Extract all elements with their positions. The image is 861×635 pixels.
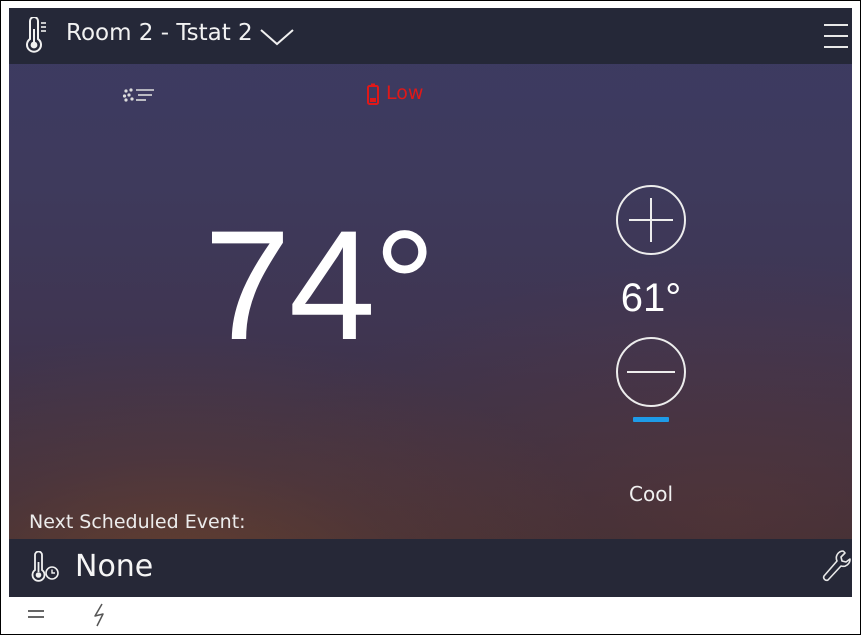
scheduled-event-bar: None xyxy=(9,539,852,597)
next-event-value: None xyxy=(75,549,154,584)
equals-icon[interactable] xyxy=(27,607,45,621)
fan-icon xyxy=(122,88,154,102)
lightning-icon[interactable] xyxy=(91,603,109,627)
increase-setpoint-button[interactable] xyxy=(615,184,687,256)
screenshot-frame: Room 2 - Tstat 2 Low 74° 61° Cool Next S… xyxy=(0,0,861,635)
thermometer-icon xyxy=(26,17,46,53)
mode-label[interactable]: Cool xyxy=(605,482,697,506)
header-bar: Room 2 - Tstat 2 xyxy=(9,8,852,64)
battery-low-icon xyxy=(367,83,379,105)
chevron-down-icon[interactable] xyxy=(259,26,295,48)
wrench-icon[interactable] xyxy=(821,549,851,585)
current-temperature: 74° xyxy=(204,199,436,373)
room-title[interactable]: Room 2 - Tstat 2 xyxy=(66,20,253,46)
mode-indicator xyxy=(633,417,669,422)
next-event-label: Next Scheduled Event: xyxy=(29,511,246,533)
battery-status-label: Low xyxy=(386,82,424,104)
setpoint-value: 61° xyxy=(620,276,682,320)
bottom-bar xyxy=(9,597,852,633)
hamburger-menu-icon[interactable] xyxy=(824,22,848,50)
decrease-setpoint-button[interactable] xyxy=(615,336,687,408)
thermometer-schedule-icon xyxy=(31,551,59,582)
thermostat-panel: Room 2 - Tstat 2 Low 74° 61° Cool Next S… xyxy=(9,8,852,597)
